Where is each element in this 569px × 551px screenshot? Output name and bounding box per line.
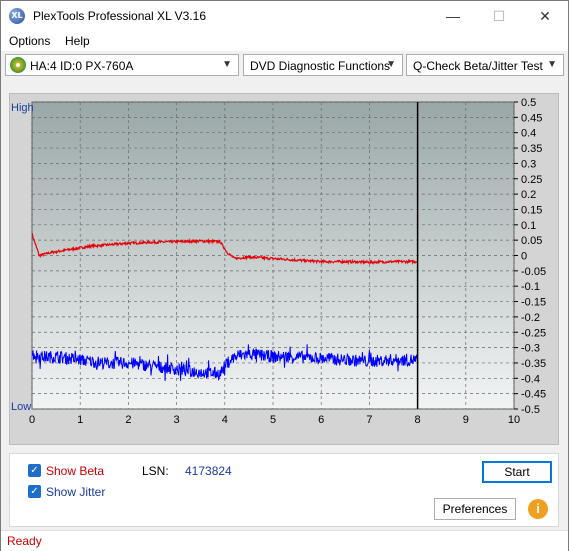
x-tick-label: 4 [222,414,228,426]
show-jitter-checkbox[interactable]: ✓ [28,485,41,498]
y-tick-label: 0.5 [521,97,536,109]
x-tick-label: 2 [125,414,131,426]
chevron-down-icon: ▼ [386,59,396,70]
show-beta-label[interactable]: Show Beta [46,464,104,478]
menu-help[interactable]: Help [65,34,90,48]
show-jitter-label[interactable]: Show Jitter [46,485,105,499]
y-tick-label: 0.1 [521,220,536,232]
chart-panel: 0 1 2 3 4 5 6 7 8 9 10 0.5 0.45 0.4 0.35 0.3 0.25 0.2 0.15… [9,93,559,445]
lsn-value: 4173824 [185,464,232,478]
y-tick-label: -0.05 [521,266,546,278]
lsn-label: LSN: [142,464,169,478]
y-tick-label: 0.25 [521,174,542,186]
close-button[interactable]: ✕ [522,1,568,31]
y-tick-label: 0.4 [521,128,536,140]
function-select[interactable]: DVD Diagnostic Functions ▼ [243,54,403,76]
x-tick-label: 0 [29,414,35,426]
y-tick-label: -0.15 [521,297,546,309]
chevron-down-icon: ▼ [547,59,557,70]
y-tick-label: -0.35 [521,358,546,370]
menu-options[interactable]: Options [9,34,50,48]
status-text: Ready [7,534,42,548]
app-window: XL PlexTools Professional XL V3.16 — ☐ ✕… [0,0,569,551]
show-beta-checkbox[interactable]: ✓ [28,464,41,477]
menu-bar: Options Help [1,31,568,51]
y-tick-label: 0.45 [521,112,542,124]
title-bar[interactable]: XL PlexTools Professional XL V3.16 — ☐ ✕ [1,1,568,31]
y-tick-label: 0 [521,251,527,263]
beta-jitter-chart: 0 1 2 3 4 5 6 7 8 9 10 0.5 0.45 0.4 0.35 0.3 0.25 0.2 0.15… [11,97,546,426]
drive-select-value: HA:4 ID:0 PX-760A [30,59,134,73]
info-icon[interactable]: i [528,499,548,519]
y-tick-label: -0.4 [521,373,540,385]
plextools-logo-icon: XL [9,8,25,24]
x-tick-label: 7 [366,414,372,426]
start-button[interactable]: Start [482,461,552,483]
x-tick-label: 5 [270,414,276,426]
x-tick-label: 3 [174,414,180,426]
y-tick-label: -0.25 [521,327,546,339]
y-tick-label: 0.15 [521,204,542,216]
x-tick-label: 10 [508,414,520,426]
y-tick-label: 0.2 [521,189,536,201]
drive-select[interactable]: HA:4 ID:0 PX-760A ▼ [5,54,239,76]
y-tick-label: -0.1 [521,281,540,293]
y-tick-label: 0.05 [521,235,542,247]
y-tick-label: -0.3 [521,343,540,355]
y-axis-high-label: High [11,102,34,114]
y-tick-label: -0.5 [521,404,540,416]
y-tick-label: 0.3 [521,158,536,170]
menu-options-label: Options [9,34,51,48]
test-select-value: Q-Check Beta/Jitter Test [413,59,543,73]
x-tick-label: 9 [463,414,469,426]
test-select[interactable]: Q-Check Beta/Jitter Test ▼ [406,54,564,76]
chevron-down-icon: ▼ [222,59,232,70]
x-tick-label: 8 [415,414,421,426]
preferences-button[interactable]: Preferences [434,498,516,520]
x-tick-label: 1 [77,414,83,426]
status-bar: Ready [1,530,568,551]
y-tick-label: -0.2 [521,312,540,324]
disc-drive-icon [10,57,26,73]
menu-help-label: Help [65,34,90,48]
x-tick-label: 6 [318,414,324,426]
toolbar: HA:4 ID:0 PX-760A ▼ DVD Diagnostic Funct… [1,51,568,81]
y-axis-low-label: Low [11,401,31,413]
maximize-button[interactable]: ☐ [476,1,522,31]
y-tick-label: 0.35 [521,143,542,155]
y-tick-label: -0.45 [521,389,546,401]
minimize-button[interactable]: — [430,1,476,31]
function-select-value: DVD Diagnostic Functions [250,59,391,73]
controls-panel: ✓ Show Beta ✓ Show Jitter LSN: 4173824 S… [9,453,559,527]
window-title: PlexTools Professional XL V3.16 [33,9,206,23]
